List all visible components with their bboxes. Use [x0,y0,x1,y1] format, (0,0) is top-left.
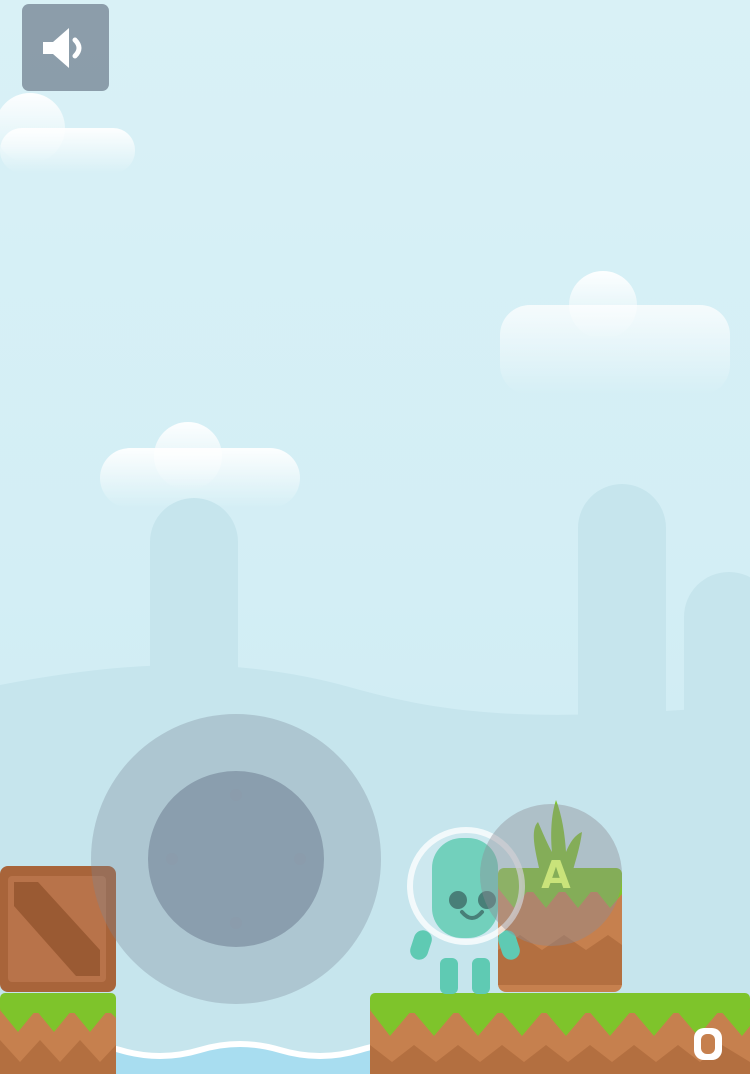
virtual-joystick[interactable] [91,714,381,1004]
action-button-label: A [541,853,571,897]
cloud [0,93,135,173]
joystick-knob[interactable] [148,771,324,947]
ground-platform-left [0,993,116,1074]
action-button-a[interactable]: A [480,804,622,946]
joystick-dot [294,853,306,865]
sound-button[interactable] [22,4,109,91]
joystick-dot [166,853,178,865]
joystick-dot [230,789,242,801]
cloud [100,422,300,508]
cloud [500,271,730,395]
joystick-dot [230,917,242,929]
game-canvas[interactable]: A [0,0,750,1074]
loading-icon[interactable] [688,1024,728,1064]
speaker-icon [42,27,81,68]
